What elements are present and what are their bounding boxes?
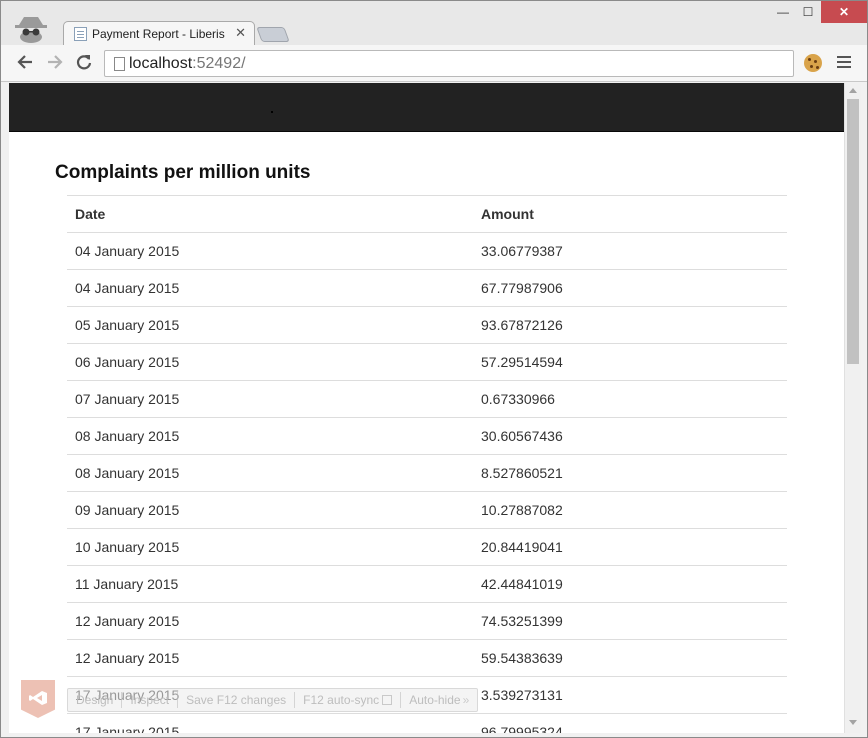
date-cell: 04 January 2015 (67, 269, 473, 307)
page-favicon-icon (74, 27, 87, 41)
amount-cell: 42.44841019 (473, 565, 787, 603)
amount-cell: 96.79995324 (473, 713, 787, 733)
vertical-scrollbar[interactable] (844, 83, 861, 733)
table-row: 12 January 2015 59.54383639 (67, 639, 787, 677)
date-cell: 09 January 2015 (67, 491, 473, 529)
browser-link-save-f12[interactable]: Save F12 changes (178, 692, 296, 708)
amount-cell: 33.06779387 (473, 232, 787, 270)
url-text[interactable]: localhost:52492/ (129, 55, 246, 73)
scrollbar-thumb[interactable] (847, 99, 859, 364)
column-header-amount: Amount (473, 195, 787, 233)
table-row: 12 January 2015 74.53251399 (67, 602, 787, 640)
browser-link-toolbar: Design Inspect Save F12 changes F12 auto… (67, 688, 479, 712)
amount-cell: 0.67330966 (473, 380, 787, 418)
site-navbar (9, 83, 844, 132)
tab-payment-report[interactable]: Payment Report - Liberis I ✕ (63, 21, 255, 46)
date-cell: 08 January 2015 (67, 454, 473, 492)
date-cell: 17 January 2015 (67, 713, 473, 733)
maximize-button[interactable]: ☐ (797, 1, 819, 23)
amount-cell: 57.29514594 (473, 343, 787, 381)
browser-link-autohide[interactable]: Auto-hide» (401, 692, 477, 708)
table-row: 08 January 2015 8.527860521 (67, 454, 787, 492)
hamburger-menu-icon[interactable] (837, 56, 851, 70)
date-cell: 05 January 2015 (67, 306, 473, 344)
date-cell: 04 January 2015 (67, 232, 473, 270)
address-bar[interactable]: localhost:52492/ (104, 50, 794, 77)
incognito-icon (13, 15, 49, 43)
new-tab-button[interactable] (256, 27, 290, 42)
amount-cell: 74.53251399 (473, 602, 787, 640)
amount-cell: 10.27887082 (473, 491, 787, 529)
back-arrow-icon[interactable] (14, 53, 36, 75)
amount-cell: 93.67872126 (473, 306, 787, 344)
table-row: 09 January 2015 10.27887082 (67, 491, 787, 529)
column-header-date: Date (67, 195, 473, 233)
table-row: 17 January 2015 96.79995324 (67, 713, 787, 733)
autosync-checkbox[interactable] (382, 695, 393, 705)
autohide-label: Auto-hide (409, 693, 461, 707)
scroll-up-arrow-icon[interactable] (849, 88, 857, 93)
table-row: 11 January 2015 42.44841019 (67, 565, 787, 603)
table-row: 08 January 2015 30.60567436 (67, 417, 787, 455)
reload-icon[interactable] (73, 53, 95, 75)
tab-close-icon[interactable]: ✕ (235, 25, 246, 41)
table-header-row: Date Amount (67, 195, 787, 233)
cookie-icon[interactable] (804, 54, 822, 72)
browser-link-design[interactable]: Design (68, 692, 123, 708)
table-row: 04 January 2015 33.06779387 (67, 232, 787, 270)
title-bar: Payment Report - Liberis I ✕ — ☐ ✕ (1, 1, 867, 46)
amount-cell: 8.527860521 (473, 454, 787, 492)
amount-cell: 30.60567436 (473, 417, 787, 455)
browser-link-autosync[interactable]: F12 auto-sync (295, 692, 402, 708)
table-row: 10 January 2015 20.84419041 (67, 528, 787, 566)
url-port: :52492/ (192, 55, 246, 72)
table-row: 04 January 2015 67.77987906 (67, 269, 787, 307)
table-row: 07 January 2015 0.67330966 (67, 380, 787, 418)
page-icon (114, 57, 125, 71)
date-cell: 06 January 2015 (67, 343, 473, 381)
forward-arrow-icon[interactable] (44, 53, 66, 75)
complaints-table: Date Amount 04 January 2015 33.06779387 04… (67, 195, 787, 733)
amount-cell: 67.77987906 (473, 269, 787, 307)
date-cell: 07 January 2015 (67, 380, 473, 418)
amount-cell: 3.539273131 (473, 676, 787, 714)
chevrons-icon: » (462, 693, 470, 707)
date-cell: 10 January 2015 (67, 528, 473, 566)
browser-link-inspect[interactable]: Inspect (122, 692, 179, 708)
page-viewport: Complaints per million units Date Amount… (9, 83, 844, 733)
date-cell: 08 January 2015 (67, 417, 473, 455)
autosync-label: F12 auto-sync (303, 693, 380, 707)
table-row: 06 January 2015 57.29514594 (67, 343, 787, 381)
date-cell: 12 January 2015 (67, 602, 473, 640)
url-host: localhost (129, 55, 193, 72)
amount-cell: 59.54383639 (473, 639, 787, 677)
navbar-mark (271, 111, 273, 113)
page-title: Complaints per million units (55, 162, 311, 183)
close-window-button[interactable]: ✕ (821, 1, 867, 23)
minimize-button[interactable]: — (769, 1, 797, 23)
tab-title: Payment Report - Liberis I (92, 27, 228, 41)
browser-window: Payment Report - Liberis I ✕ — ☐ ✕ local… (0, 0, 868, 738)
amount-cell: 20.84419041 (473, 528, 787, 566)
table-row: 05 January 2015 93.67872126 (67, 306, 787, 344)
browser-toolbar: localhost:52492/ (1, 45, 867, 82)
scroll-down-arrow-icon[interactable] (849, 720, 857, 725)
date-cell: 12 January 2015 (67, 639, 473, 677)
date-cell: 11 January 2015 (67, 565, 473, 603)
